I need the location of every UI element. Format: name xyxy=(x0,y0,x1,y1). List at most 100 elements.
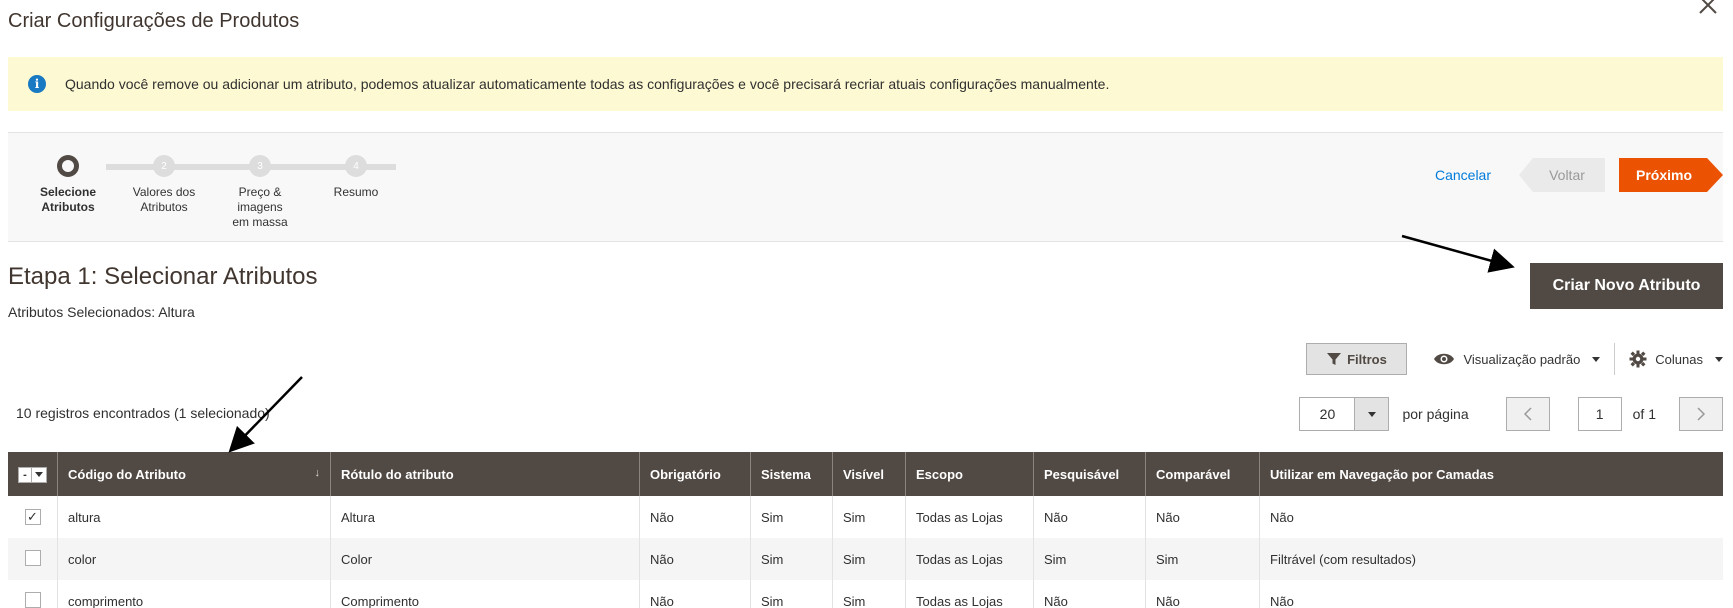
table-cell: Comprimento xyxy=(330,580,640,608)
table-cell: Sim xyxy=(832,496,906,538)
sort-arrow-icon: ↓ xyxy=(314,466,321,479)
info-notice: i Quando você remove ou adicionar um atr… xyxy=(8,57,1723,111)
eye-icon xyxy=(1434,353,1455,365)
chevron-down-icon xyxy=(1715,356,1723,362)
grid-toolbar: Filtros Visualização padrão Colunas xyxy=(1306,343,1723,375)
filters-button[interactable]: Filtros xyxy=(1306,343,1408,375)
info-icon: i xyxy=(28,75,46,93)
table-cell: Sim xyxy=(750,496,833,538)
chevron-left-icon xyxy=(1523,407,1532,421)
column-header-scope[interactable]: Escopo xyxy=(905,452,1034,496)
column-header-searchable[interactable]: Pesquisável xyxy=(1033,452,1146,496)
step-4-dot: 4 xyxy=(345,155,367,177)
table-cell: Não xyxy=(1145,496,1260,538)
create-new-attribute-button[interactable]: Criar Novo Atributo xyxy=(1530,263,1723,309)
notice-text: Quando você remove ou adicionar um atrib… xyxy=(65,76,1110,92)
row-checkbox[interactable] xyxy=(24,591,41,608)
column-header-attribute-code[interactable]: Código do Atributo ↓ xyxy=(57,452,331,496)
table-cell: Todas as Lojas xyxy=(905,496,1034,538)
step-4-label: Resumo xyxy=(333,185,379,199)
table-row[interactable]: color Color Não Sim Sim Todas as Lojas S… xyxy=(8,538,1723,580)
wizard-steps: Selecione Atributos 2 Valores dos Atribu… xyxy=(40,133,446,243)
cancel-link[interactable]: Cancelar xyxy=(1435,167,1491,183)
mass-select-dropdown[interactable]: - xyxy=(18,466,47,483)
back-button[interactable]: Voltar xyxy=(1519,158,1605,192)
table-row[interactable]: comprimento Comprimento Não Sim Sim Toda… xyxy=(8,580,1723,608)
gear-icon xyxy=(1629,350,1647,368)
chevron-down-icon xyxy=(1592,356,1601,362)
table-cell: Color xyxy=(330,538,640,580)
attributes-grid: - Código do Atributo ↓ Rótulo do atribut… xyxy=(8,452,1723,608)
wizard-actions: Cancelar Voltar Próximo xyxy=(1435,158,1723,192)
column-header-comparable[interactable]: Comparável xyxy=(1145,452,1260,496)
columns-selector[interactable]: Colunas xyxy=(1629,350,1723,368)
table-cell: Não xyxy=(639,538,751,580)
wizard-step-2[interactable]: 2 Valores dos Atributos xyxy=(114,155,214,215)
table-cell: Não xyxy=(1270,509,1294,525)
chevron-right-icon xyxy=(1697,407,1706,421)
table-cell: altura xyxy=(57,496,331,538)
table-cell: Não xyxy=(639,580,751,608)
column-header-system[interactable]: Sistema xyxy=(750,452,833,496)
close-icon[interactable] xyxy=(1695,0,1721,18)
per-page-select[interactable]: 20 xyxy=(1299,397,1390,431)
column-header-attribute-label[interactable]: Rótulo do atributo xyxy=(330,452,640,496)
table-cell: Não xyxy=(1033,496,1146,538)
wizard-step-1[interactable]: Selecione Atributos xyxy=(18,155,118,215)
step-title: Etapa 1: Selecionar Atributos xyxy=(8,263,318,290)
table-cell: Sim xyxy=(750,580,833,608)
grid-header-row: - Código do Atributo ↓ Rótulo do atribut… xyxy=(8,452,1723,496)
table-cell: Sim xyxy=(832,580,906,608)
next-page-button[interactable] xyxy=(1679,397,1723,431)
table-cell: Filtrável (com resultados) xyxy=(1259,538,1723,580)
per-page-label: por página xyxy=(1402,406,1469,422)
column-header-layered-navigation[interactable]: Utilizar em Navegação por Camadas xyxy=(1259,452,1723,496)
mass-select-header[interactable]: - xyxy=(8,452,58,496)
table-cell: comprimento xyxy=(57,580,331,608)
table-cell: Todas as Lojas xyxy=(905,580,1034,608)
column-label: Código do Atributo xyxy=(68,466,186,482)
wizard-step-4[interactable]: 4 Resumo xyxy=(306,155,406,200)
row-checkbox[interactable] xyxy=(24,549,41,566)
table-cell: Altura xyxy=(330,496,640,538)
table-cell: Todas as Lojas xyxy=(905,538,1034,580)
step-1-label: Selecione Atributos xyxy=(39,185,97,214)
next-button[interactable]: Próximo xyxy=(1619,158,1723,192)
step-2-dot: 2 xyxy=(153,155,175,177)
table-cell: Sim xyxy=(1033,538,1146,580)
pager: 20 por página 1 of 1 xyxy=(1299,397,1723,431)
filter-icon xyxy=(1327,353,1342,365)
step-3-label: Preço & imagens em massa xyxy=(232,185,288,229)
prev-page-button[interactable] xyxy=(1505,397,1550,431)
table-row[interactable]: ✓ altura Altura Não Sim Sim Todas as Loj… xyxy=(8,496,1723,538)
table-cell: Sim xyxy=(750,538,833,580)
table-cell: Sim xyxy=(832,538,906,580)
modal-title: Criar Configurações de Produtos xyxy=(8,10,300,32)
chevron-down-icon xyxy=(32,468,46,482)
page-of-label: of 1 xyxy=(1632,406,1656,422)
view-selector[interactable]: Visualização padrão xyxy=(1433,343,1616,375)
columns-label: Colunas xyxy=(1655,351,1703,367)
chevron-down-icon xyxy=(1354,398,1389,430)
table-cell: Não xyxy=(639,496,751,538)
table-cell: Sim xyxy=(1145,538,1260,580)
modal: Criar Configurações de Produtos i Quando… xyxy=(0,0,1733,608)
page-input[interactable]: 1 xyxy=(1577,397,1622,431)
wizard-bar: Selecione Atributos 2 Valores dos Atribu… xyxy=(8,132,1723,242)
table-cell: color xyxy=(57,538,331,580)
view-label: Visualização padrão xyxy=(1463,351,1581,367)
table-cell: Não xyxy=(1033,580,1146,608)
column-header-required[interactable]: Obrigatório xyxy=(639,452,751,496)
row-checkbox[interactable]: ✓ xyxy=(24,509,41,525)
step-3-dot: 3 xyxy=(249,155,271,177)
per-page-value: 20 xyxy=(1319,406,1336,422)
filters-label: Filtros xyxy=(1347,351,1387,367)
selected-attributes: Atributos Selecionados: Altura xyxy=(8,304,195,320)
wizard-step-3[interactable]: 3 Preço & imagens em massa xyxy=(210,155,310,230)
column-header-visible[interactable]: Visível xyxy=(832,452,906,496)
table-cell: Não xyxy=(1145,580,1260,608)
records-count: 10 registros encontrados (1 selecionado) xyxy=(16,405,270,421)
mass-select-minus: - xyxy=(19,467,32,482)
step-2-label: Valores dos Atributos xyxy=(132,185,196,214)
step-1-dot xyxy=(57,155,79,177)
